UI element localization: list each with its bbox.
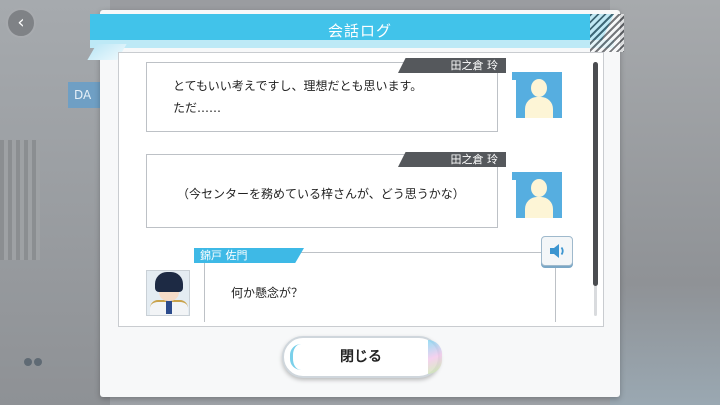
dialog-title: 会話ログ [327, 22, 392, 40]
silhouette-avatar-icon [512, 172, 562, 218]
log-line: とてもいい考えですし、理想だとも思います。 [173, 79, 423, 93]
speaker-name-tag: 田之倉 玲 [398, 152, 506, 167]
background-dot [24, 358, 32, 366]
log-line: （今センターを務めている梓さんが、どう思うかな） [177, 187, 465, 201]
close-button-label: 閉じる [340, 349, 382, 365]
log-line: ただ…… [173, 101, 222, 115]
back-arrow-icon: ‹ [17, 12, 25, 33]
character-portrait [146, 270, 190, 316]
background-railing [0, 140, 40, 260]
speaker-name-tag: 田之倉 玲 [398, 58, 506, 73]
speaker-icon [550, 244, 564, 258]
close-button[interactable]: 閉じる [282, 336, 442, 378]
background-right [610, 0, 720, 405]
play-voice-button[interactable] [541, 236, 573, 266]
silhouette-avatar-icon [512, 72, 562, 118]
background-dot [34, 358, 42, 366]
speaker-name-tag: 錦戸 佐門 [194, 248, 304, 263]
log-line: 何か懸念が？ [231, 286, 304, 300]
scrollbar-thumb[interactable] [593, 62, 598, 286]
back-button[interactable]: ‹ [6, 8, 36, 38]
